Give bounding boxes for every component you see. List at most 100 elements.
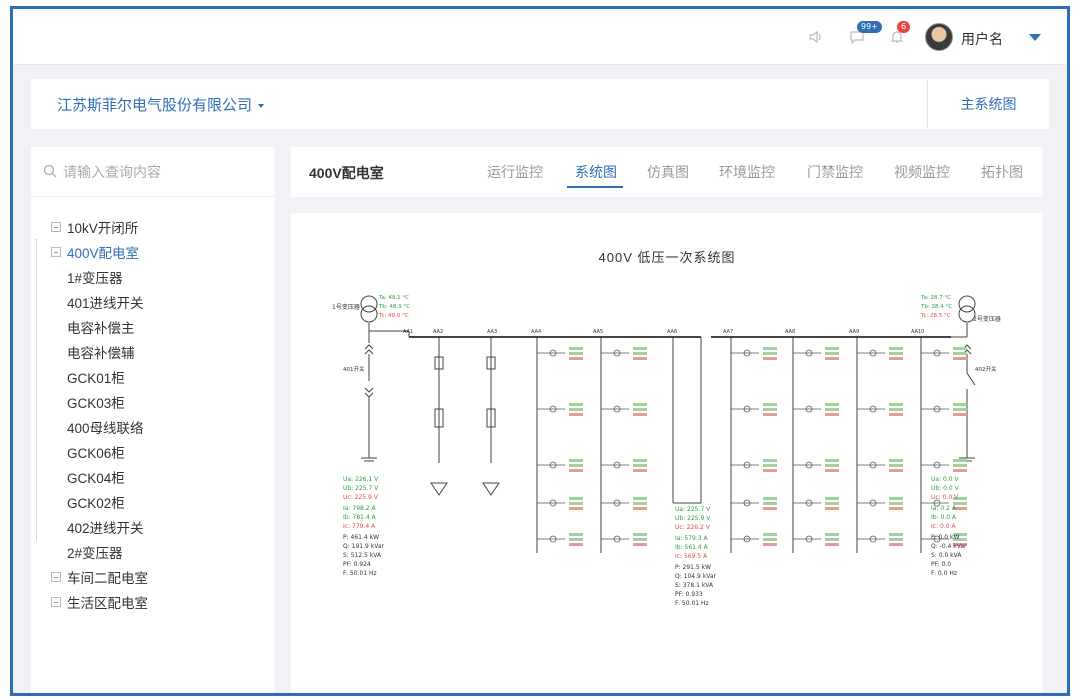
svg-text:Ua: 225.7 V: Ua: 225.7 V: [675, 506, 711, 513]
username[interactable]: 用户名: [961, 29, 1003, 49]
right-switch-label: 402开关: [975, 365, 997, 373]
feeder-reading-marker: [633, 408, 647, 411]
feeder-reading-marker: [569, 533, 583, 536]
svg-text:P: 0.0 kW: P: 0.0 kW: [931, 534, 959, 541]
active-tab-indicator: [567, 186, 623, 188]
message-icon[interactable]: 99+: [847, 21, 882, 47]
feeder-reading-marker: [825, 408, 839, 411]
speaker-icon[interactable]: [806, 27, 826, 47]
feeder-reading-marker: [889, 543, 903, 546]
feeder-reading-marker: [763, 497, 777, 500]
svg-text:Ib: 561.4 A: Ib: 561.4 A: [675, 544, 709, 551]
svg-text:AA2: AA2: [433, 329, 443, 335]
svg-text:P: 291.5 kW: P: 291.5 kW: [675, 564, 711, 571]
feeder-reading-marker: [569, 413, 583, 416]
svg-text:Ia: 798.2 A: Ia: 798.2 A: [343, 505, 376, 512]
feeder-reading-marker: [569, 459, 583, 462]
svg-text:AA10: AA10: [911, 329, 924, 335]
content-header: 400V配电室 运行监控 系统图 仿真图 环境监控 门禁监控 视频监控 拓扑图: [291, 147, 1043, 197]
right-readings: Ua: 0.0 V Ub: 0.0 V Uc: 0.0 V Ia: 0.2 A …: [931, 476, 967, 577]
feeder-reading-marker: [569, 502, 583, 505]
feeder-reading-marker: [569, 538, 583, 541]
left-temp-c: Tc: 49.0 °C: [378, 313, 409, 319]
search-input[interactable]: [63, 157, 263, 187]
feeder-reading-marker: [763, 543, 777, 546]
tab-system-diagram[interactable]: 系统图: [575, 162, 617, 182]
collapse-icon[interactable]: [51, 247, 61, 257]
feeder-reading-marker: [825, 507, 839, 510]
feeder-reading-marker: [569, 357, 583, 360]
feeder-reading-marker: [569, 347, 583, 350]
svg-text:Uc: 225.9 V: Uc: 225.9 V: [343, 494, 379, 501]
feeder-reading-marker: [763, 507, 777, 510]
svg-text:PF: 0.0: PF: 0.0: [931, 561, 951, 568]
app-window: 99+ 6 用户名 江苏斯菲尔电气股份有限公司 主系统图 10kV开闭所 400…: [10, 6, 1070, 696]
search-box: [31, 147, 275, 197]
right-temp-b: Tb: 28.4 °C: [920, 304, 952, 310]
tab-environment[interactable]: 环境监控: [719, 162, 775, 182]
right-transformer-name: 2号变压器: [973, 315, 1001, 323]
expand-icon[interactable]: [51, 572, 61, 582]
svg-text:AA5: AA5: [593, 329, 603, 335]
feeder-reading-marker: [953, 357, 967, 360]
svg-text:S: 0.0 kVA: S: 0.0 kVA: [931, 552, 962, 559]
svg-text:Ub: 225.9 V: Ub: 225.9 V: [675, 515, 711, 522]
feeder-reading-marker: [825, 469, 839, 472]
feeder-reading-marker: [889, 502, 903, 505]
right-temp-a: Ta: 28.7 °C: [920, 295, 951, 301]
feeder-reading-marker: [825, 352, 839, 355]
svg-text:AA9: AA9: [849, 329, 859, 335]
tab-video[interactable]: 视频监控: [894, 162, 950, 182]
feeder-reading-marker: [889, 469, 903, 472]
svg-text:S: 378.1 kVA: S: 378.1 kVA: [675, 582, 714, 589]
feeder-reading-marker: [633, 352, 647, 355]
feeder-reading-marker: [633, 502, 647, 505]
svg-text:Uc: 0.0 V: Uc: 0.0 V: [931, 494, 959, 501]
svg-text:AA8: AA8: [785, 329, 795, 335]
svg-text:AA3: AA3: [487, 329, 497, 335]
feeder-reading-marker: [763, 413, 777, 416]
svg-text:Q: 191.9 kVar: Q: 191.9 kVar: [343, 543, 385, 550]
feeder-reading-marker: [825, 403, 839, 406]
feeder-reading-marker: [889, 507, 903, 510]
feeder-reading-marker: [825, 357, 839, 360]
tab-access-control[interactable]: 门禁监控: [807, 162, 863, 182]
svg-text:AA1: AA1: [403, 329, 413, 335]
main-system-link[interactable]: 主系统图: [927, 79, 1049, 129]
feeder-reading-marker: [889, 413, 903, 416]
left-temp-b: Tb: 48.9 °C: [378, 304, 410, 310]
alert-badge: 6: [897, 21, 911, 33]
chevron-down-icon[interactable]: [1029, 34, 1041, 41]
diagram-panel: 400V 低压一次系统图 1号变压器 Ta: 49.1 °C Tb: 48.9 …: [291, 213, 1043, 693]
cabinet-labels: AA1 AA2 AA3 AA4 AA5 AA6 AA7 AA8 AA9 AA10: [403, 329, 924, 335]
feeder-reading-marker: [763, 469, 777, 472]
feeder-reading-marker: [633, 469, 647, 472]
feeder-reading-marker: [569, 408, 583, 411]
svg-text:Ua: 226.1 V: Ua: 226.1 V: [343, 476, 379, 483]
feeder-reading-marker: [633, 533, 647, 536]
svg-text:Uc: 226.2 V: Uc: 226.2 V: [675, 524, 711, 531]
tab-run-monitor[interactable]: 运行监控: [487, 162, 543, 182]
feeder-reading-marker: [953, 403, 967, 406]
tab-simulation[interactable]: 仿真图: [647, 162, 689, 182]
feeder-reading-marker: [633, 459, 647, 462]
feeder-reading-marker: [569, 352, 583, 355]
feeder-reading-marker: [889, 403, 903, 406]
svg-text:F: 0.0 Hz: F: 0.0 Hz: [931, 570, 957, 577]
feeder-reading-marker: [953, 459, 967, 462]
company-selector[interactable]: 江苏斯菲尔电气股份有限公司: [57, 94, 265, 115]
expand-icon[interactable]: [51, 597, 61, 607]
feeder-reading-marker: [633, 538, 647, 541]
feeder-reading-marker: [763, 533, 777, 536]
feeder-reading-marker: [633, 497, 647, 500]
collapse-icon[interactable]: [51, 222, 61, 232]
avatar[interactable]: [925, 23, 953, 51]
feeder-reading-marker: [825, 464, 839, 467]
left-readings: Ua: 226.1 V Ub: 225.7 V Uc: 225.9 V Ia: …: [343, 476, 385, 577]
svg-text:Ub: 225.7 V: Ub: 225.7 V: [343, 485, 379, 492]
bell-icon[interactable]: 6: [887, 21, 911, 47]
feeder-reading-marker: [569, 464, 583, 467]
feeder-reading-marker: [825, 497, 839, 500]
tab-topology[interactable]: 拓扑图: [981, 162, 1023, 182]
feeder-reading-marker: [763, 459, 777, 462]
